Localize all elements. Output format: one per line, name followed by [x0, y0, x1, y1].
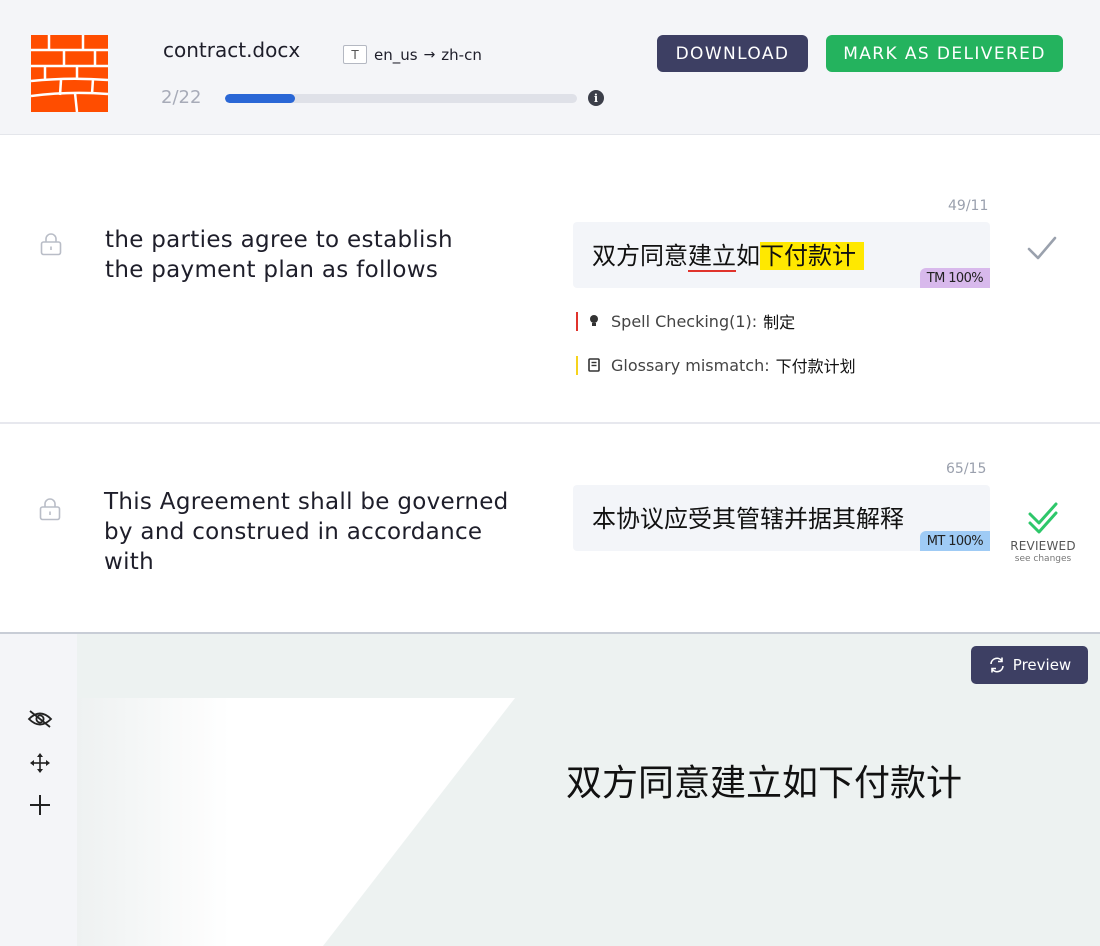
- preview-label: Preview: [1012, 656, 1072, 674]
- hide-eye-icon[interactable]: [27, 706, 53, 732]
- target-fragment: 如: [736, 242, 760, 270]
- move-arrows-icon[interactable]: [27, 750, 53, 776]
- char-count: 65/15: [946, 461, 987, 477]
- reviewed-label: REVIEWED: [1010, 539, 1076, 553]
- qa-glossary-mismatch[interactable]: Glossary mismatch: 下付款计划: [576, 353, 856, 377]
- preview-canvas: Preview 双方同意建立如下付款计: [77, 634, 1100, 946]
- text-format-icon: T: [343, 45, 367, 64]
- segment-counter: 2/22: [161, 87, 202, 108]
- preview-rendered-text: 双方同意建立如下付款计: [566, 763, 963, 804]
- download-button[interactable]: DOWNLOAD: [657, 35, 808, 72]
- file-name: contract.docx: [163, 38, 301, 62]
- source-language: en_us: [374, 45, 418, 64]
- source-text: This Agreement shall be governed by and …: [104, 487, 509, 577]
- refresh-icon: [988, 656, 1006, 674]
- spelling-error-fragment[interactable]: 建立: [688, 242, 736, 270]
- see-changes-link[interactable]: see changes: [1003, 554, 1083, 564]
- plus-icon[interactable]: [27, 792, 53, 818]
- qa-label: Glossary mismatch:: [611, 355, 770, 375]
- double-check-icon: [1028, 502, 1058, 534]
- language-pair: T en_us → zh-cn: [343, 45, 482, 64]
- target-language: zh-cn: [441, 45, 482, 64]
- bulb-icon: [587, 313, 601, 329]
- target-text[interactable]: 双方同意建立如下付款计: [592, 236, 864, 271]
- progress-fill: [225, 94, 296, 103]
- char-count: 49/11: [948, 198, 989, 214]
- mark-as-delivered-button[interactable]: MARK AS DELIVERED: [826, 35, 1063, 72]
- severity-bar: [576, 311, 578, 331]
- severity-bar: [576, 355, 578, 375]
- source-line: with: [104, 549, 154, 575]
- preview-button[interactable]: Preview: [971, 646, 1088, 684]
- target-text[interactable]: 本协议应受其管辖并据其解释: [592, 499, 904, 534]
- preview-toolbar: [0, 634, 77, 946]
- source-line: by and construed in accordance: [104, 519, 483, 545]
- source-line: the payment plan as follows: [105, 257, 439, 283]
- target-editor[interactable]: 本协议应受其管辖并据其解释 MT 100%: [573, 485, 990, 551]
- confirm-check-icon[interactable]: [1026, 234, 1058, 262]
- qa-suggestion[interactable]: 制定: [763, 309, 795, 333]
- glossary-highlight[interactable]: 下付款计: [760, 242, 864, 270]
- qa-spell-check[interactable]: Spell Checking(1): 制定: [576, 309, 795, 333]
- preview-panel: Preview 双方同意建立如下付款计: [0, 634, 1100, 946]
- match-badge: MT 100%: [919, 531, 990, 551]
- target-fragment: 双方同意: [592, 242, 688, 270]
- match-badge: TM 100%: [919, 268, 990, 288]
- info-icon[interactable]: i: [588, 90, 604, 106]
- lock-icon[interactable]: [39, 497, 61, 521]
- book-icon: [587, 357, 601, 373]
- target-editor[interactable]: 双方同意建立如下付款计 TM 100%: [573, 222, 990, 288]
- lock-icon[interactable]: [40, 232, 62, 256]
- source-text: the parties agree to establish the payme…: [105, 225, 453, 285]
- source-line: the parties agree to establish: [105, 227, 453, 253]
- progress-bar: [225, 94, 577, 103]
- brick-wall-logo: [31, 35, 108, 112]
- reviewed-status[interactable]: REVIEWED see changes: [1003, 501, 1083, 564]
- arrow-right-icon: →: [423, 46, 436, 63]
- qa-suggestion[interactable]: 下付款计划: [776, 353, 856, 377]
- source-line: This Agreement shall be governed: [104, 489, 509, 515]
- segment-row: This Agreement shall be governed by and …: [0, 426, 1100, 634]
- qa-label: Spell Checking(1):: [611, 311, 758, 331]
- segment-row: the parties agree to establish the payme…: [0, 136, 1100, 424]
- header-bar: contract.docx T en_us → zh-cn 2/22 i DOW…: [0, 0, 1100, 135]
